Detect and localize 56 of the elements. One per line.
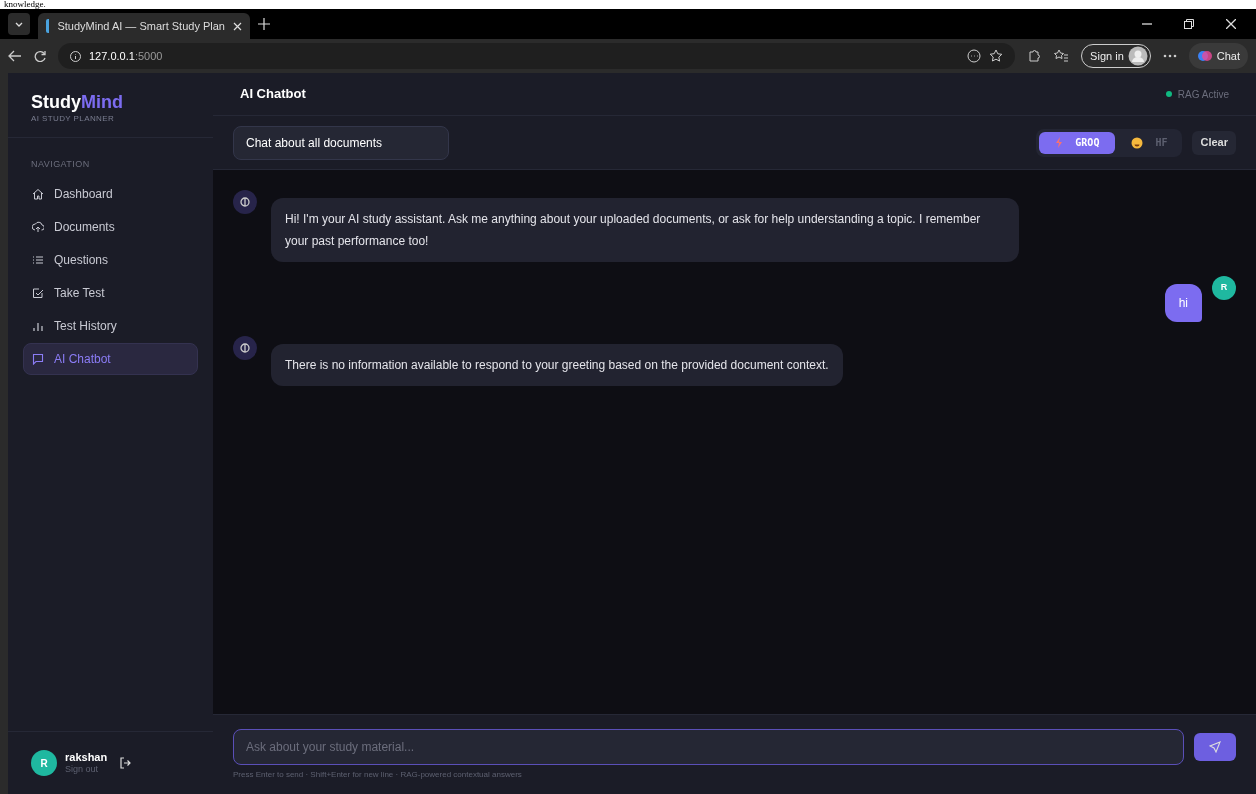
chat-bubble-icon xyxy=(32,352,44,365)
document-scope-select[interactable]: Chat about all documents xyxy=(233,125,449,160)
send-button[interactable] xyxy=(1194,733,1236,761)
status-label: RAG Active xyxy=(1177,87,1229,102)
nav-item[interactable]: Test History xyxy=(23,309,198,342)
url-port: :5000 xyxy=(134,49,163,62)
tab-list-button[interactable] xyxy=(8,13,30,35)
message-input[interactable]: Ask about your study material... xyxy=(233,729,1184,765)
app-subtitle: AI STUDY PLANNER xyxy=(31,113,116,125)
favorites-icon[interactable] xyxy=(1053,49,1070,63)
reload-icon[interactable] xyxy=(34,50,46,62)
checkbox-icon xyxy=(32,286,44,299)
lightning-icon xyxy=(1055,137,1064,148)
clear-button[interactable]: Clear xyxy=(1192,130,1236,155)
cloud-upload-icon xyxy=(32,220,44,233)
tab-title: StudyMind AI — Smart Study Plan xyxy=(57,18,225,34)
logo-text: Mind xyxy=(81,92,123,112)
list-icon xyxy=(32,253,44,266)
nav-item[interactable]: Dashboard xyxy=(23,177,198,210)
copilot-icon xyxy=(1196,48,1213,64)
chat-button[interactable]: Chat xyxy=(1188,43,1248,69)
assistant-logo-icon xyxy=(240,197,250,207)
restore-icon[interactable] xyxy=(1184,19,1194,29)
house-icon xyxy=(32,187,44,200)
nav-item[interactable]: Questions xyxy=(23,243,198,276)
sign-out-icon[interactable] xyxy=(119,757,132,769)
nav-item[interactable]: Documents xyxy=(23,210,198,243)
address-bar[interactable]: 127.0.0.1:5000 xyxy=(58,43,1016,69)
info-icon xyxy=(70,50,81,62)
user-name: rakshan xyxy=(65,750,108,765)
user-avatar: R xyxy=(1212,276,1236,300)
nav-item[interactable]: AI Chatbot xyxy=(23,342,198,375)
assistant-message: There is no information available to respond to your greeting based on the provided document context. xyxy=(271,344,843,386)
back-icon[interactable] xyxy=(8,50,22,62)
send-icon xyxy=(1209,741,1221,753)
browser-tab[interactable]: StudyMind AI — Smart Study Plan xyxy=(38,13,250,39)
provider-tab[interactable]: GROQ xyxy=(1039,131,1116,154)
user-message: hi xyxy=(1164,284,1202,322)
new-tab-icon[interactable] xyxy=(258,18,270,30)
hugging-face-icon xyxy=(1131,136,1144,149)
logo-text: Study xyxy=(31,92,81,112)
more-icon[interactable] xyxy=(1162,54,1177,58)
caption-fragment: knowledge. xyxy=(4,0,46,9)
close-icon[interactable] xyxy=(1226,19,1236,29)
url-host: 127.0.0.1 xyxy=(89,49,135,62)
star-icon[interactable] xyxy=(989,49,1004,63)
avatar-icon xyxy=(1127,46,1148,66)
extensions-icon[interactable] xyxy=(1027,49,1042,63)
nav-item[interactable]: Take Test xyxy=(23,276,198,309)
page-title: AI Chatbot xyxy=(240,85,306,104)
assistant-message: Hi! I'm your AI study assistant. Ask me anything about your uploaded documents, or ask for help understanding a topic. I remember your past performance too! xyxy=(271,198,1019,262)
assistant-logo-icon xyxy=(240,343,250,353)
user-avatar: R xyxy=(31,750,57,776)
section-label: NAVIGATION xyxy=(30,158,91,171)
more-options-icon[interactable] xyxy=(967,49,982,63)
close-icon[interactable] xyxy=(233,21,242,31)
